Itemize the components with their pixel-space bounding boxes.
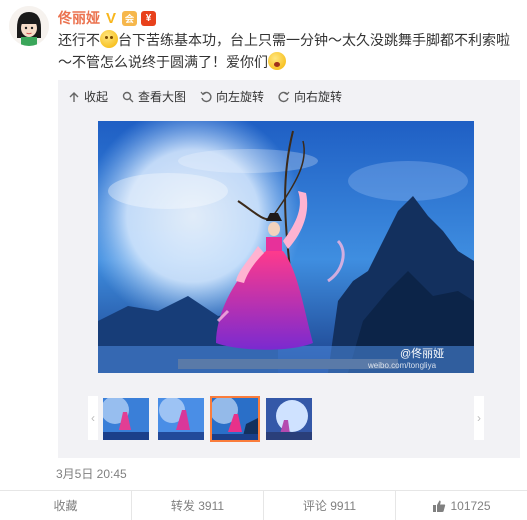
collapse-icon	[69, 91, 79, 102]
repost-button[interactable]: 转发 3911	[132, 491, 264, 520]
comment-label: 评论 9911	[302, 499, 357, 513]
avatar[interactable]	[9, 6, 49, 46]
media-viewer: 收起 查看大图 向左旋转 向右旋转 @佟丽娅 weibo.com/tongliy…	[58, 80, 520, 458]
username-row: 佟丽娅 V 会 ¥	[58, 8, 156, 28]
post-text-part1: 还行不	[58, 32, 100, 48]
thumbnail-strip: ‹ ›	[88, 396, 484, 442]
rotate-right-label: 向右旋转	[294, 90, 343, 104]
main-photo[interactable]: @佟丽娅 weibo.com/tongliya	[98, 121, 474, 373]
smile-emoji-icon	[100, 30, 118, 48]
comment-button[interactable]: 评论 9911	[264, 491, 396, 520]
thumb-prev-arrow-icon[interactable]: ‹	[88, 396, 98, 440]
collapse-label: 收起	[84, 90, 109, 104]
rotate-left-button[interactable]: 向左旋转	[200, 88, 264, 105]
media-toolbar: 收起 查看大图 向左旋转 向右旋转	[68, 88, 342, 105]
verified-badge-icon[interactable]: V	[104, 10, 118, 27]
username[interactable]: 佟丽娅	[58, 8, 100, 28]
vip-badge-icon[interactable]: 会	[122, 10, 137, 26]
action-bar: 收藏 转发 3911 评论 9911 101725	[0, 490, 527, 520]
thumbnail-active[interactable]	[210, 396, 260, 442]
search-icon	[122, 91, 134, 102]
like-button[interactable]: 101725	[396, 491, 527, 520]
like-count: 101725	[450, 498, 491, 513]
rotate-left-icon	[200, 91, 212, 102]
view-large-button[interactable]: 查看大图	[122, 88, 186, 105]
photo-watermark: @佟丽娅	[400, 346, 444, 360]
photo-watermark-url: weibo.com/tongliya	[367, 361, 437, 370]
collect-button[interactable]: 收藏	[0, 491, 132, 520]
thumb-next-arrow-icon[interactable]: ›	[474, 396, 484, 440]
member-badge-icon[interactable]: ¥	[141, 10, 156, 26]
view-large-label: 查看大图	[138, 90, 187, 104]
rotate-left-label: 向左旋转	[216, 90, 265, 104]
post-text: 还行不 台下苦练基本功，台上只需一分钟～太久没跳舞手脚都不利索啦～不管怎么说终于圆…	[58, 29, 520, 73]
rotate-right-button[interactable]: 向右旋转	[278, 88, 342, 105]
thumbnail[interactable]	[103, 398, 149, 440]
collapse-button[interactable]: 收起	[68, 88, 108, 105]
thumbnail[interactable]	[158, 398, 204, 440]
thumbnail[interactable]	[266, 398, 312, 440]
rotate-right-icon	[278, 91, 290, 102]
collect-label: 收藏	[53, 499, 78, 513]
thumbs-up-icon	[433, 500, 446, 512]
repost-label: 转发 3911	[170, 499, 225, 513]
post-timestamp[interactable]: 3月5日 20:45	[56, 465, 127, 482]
surprise-emoji-icon	[268, 52, 286, 70]
